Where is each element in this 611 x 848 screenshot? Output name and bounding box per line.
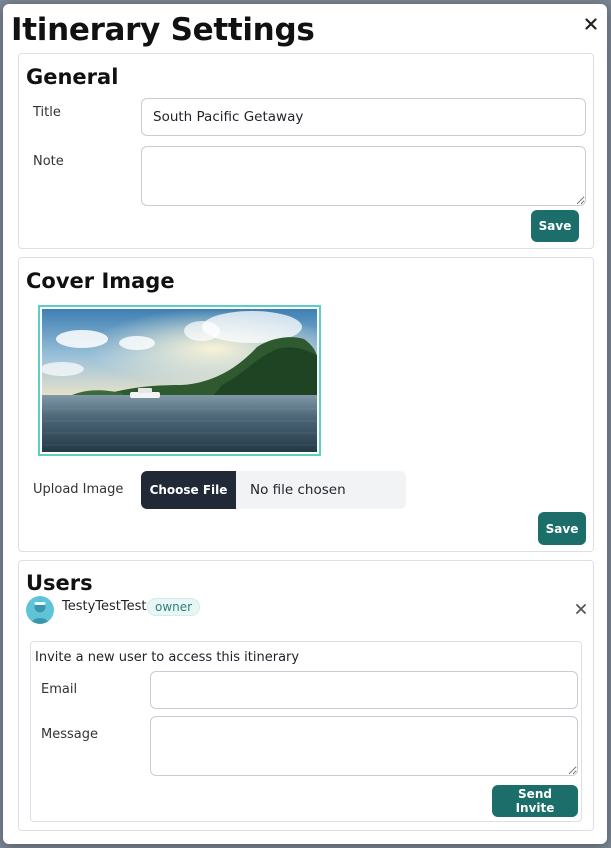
- users-section: Users TestyTestTest owner Invite a new u…: [18, 560, 594, 831]
- note-textarea[interactable]: [141, 146, 586, 206]
- avatar: [26, 596, 54, 624]
- cover-save-button[interactable]: Save: [538, 512, 586, 545]
- general-section: General Title Note Save: [18, 53, 594, 249]
- choose-file-button[interactable]: Choose File: [141, 471, 236, 509]
- title-input[interactable]: [141, 98, 586, 136]
- role-badge: owner: [147, 598, 201, 616]
- file-input[interactable]: Choose File No file chosen: [141, 471, 406, 509]
- remove-user-icon[interactable]: [574, 602, 588, 616]
- email-field[interactable]: [150, 671, 578, 709]
- send-invite-button[interactable]: Send Invite: [492, 785, 578, 817]
- message-label: Message: [41, 727, 98, 742]
- general-heading: General: [26, 65, 119, 89]
- modal-title: Itinerary Settings: [11, 12, 315, 48]
- users-heading: Users: [26, 571, 93, 595]
- cover-image-heading: Cover Image: [26, 269, 175, 293]
- cover-image: [38, 305, 321, 456]
- title-label: Title: [33, 105, 61, 120]
- invite-form: Invite a new user to access this itinera…: [30, 641, 582, 822]
- email-label: Email: [41, 682, 78, 697]
- invite-prompt: Invite a new user to access this itinera…: [35, 650, 300, 665]
- cover-image-section: Cover Image Upload Image Choose File No …: [18, 257, 594, 552]
- upload-image-label: Upload Image: [33, 482, 124, 497]
- user-name: TestyTestTest: [62, 599, 147, 614]
- message-textarea[interactable]: [150, 716, 578, 776]
- user-row: TestyTestTest owner: [19, 596, 593, 626]
- general-save-button[interactable]: Save: [531, 210, 579, 242]
- note-label: Note: [33, 154, 64, 169]
- itinerary-settings-modal: Itinerary Settings General Title Note Sa…: [3, 4, 607, 844]
- file-status-text: No file chosen: [250, 482, 346, 498]
- close-icon[interactable]: [583, 16, 599, 32]
